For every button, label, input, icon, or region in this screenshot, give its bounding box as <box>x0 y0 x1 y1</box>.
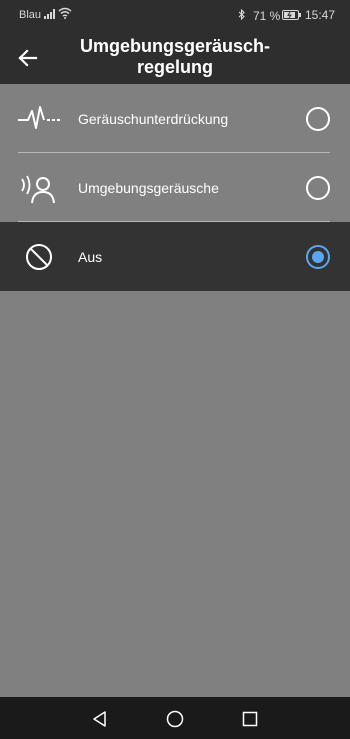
option-ambient-sound[interactable]: Umgebungsgeräusche <box>0 153 350 222</box>
back-button[interactable] <box>14 44 42 72</box>
back-triangle-icon[interactable] <box>90 709 110 729</box>
option-list: Geräuschunterdrückung Umgebungsgeräusche… <box>0 84 350 291</box>
status-bar: Blau 71 % 15:47 <box>0 0 350 30</box>
carrier-name: Blau <box>19 9 42 21</box>
recents-square-icon[interactable] <box>240 709 260 729</box>
noise-cancelling-icon <box>16 101 62 137</box>
ambient-sound-icon <box>16 170 62 206</box>
battery-percent: 71 % <box>253 9 281 23</box>
radio-button-selected[interactable] <box>306 245 330 269</box>
radio-button[interactable] <box>306 176 330 200</box>
page-title: Umgebungsgeräusch-regelung <box>79 36 271 77</box>
option-label: Aus <box>78 249 103 265</box>
wifi-icon <box>58 7 72 22</box>
arrow-left-icon <box>18 49 38 67</box>
battery-icon <box>282 10 302 23</box>
radio-button[interactable] <box>306 107 330 131</box>
option-noise-cancelling[interactable]: Geräuschunterdrückung <box>0 84 350 153</box>
option-label: Umgebungsgeräusche <box>78 180 219 196</box>
option-label: Geräuschunterdrückung <box>78 111 229 127</box>
app-header: Umgebungsgeräusch-regelung <box>0 30 350 84</box>
navigation-bar <box>0 697 350 739</box>
home-circle-icon[interactable] <box>165 709 185 729</box>
off-icon <box>16 239 62 275</box>
option-off[interactable]: Aus <box>0 222 350 291</box>
bluetooth-icon <box>238 8 246 23</box>
clock: 15:47 <box>305 8 336 22</box>
signal-icon <box>44 9 56 22</box>
